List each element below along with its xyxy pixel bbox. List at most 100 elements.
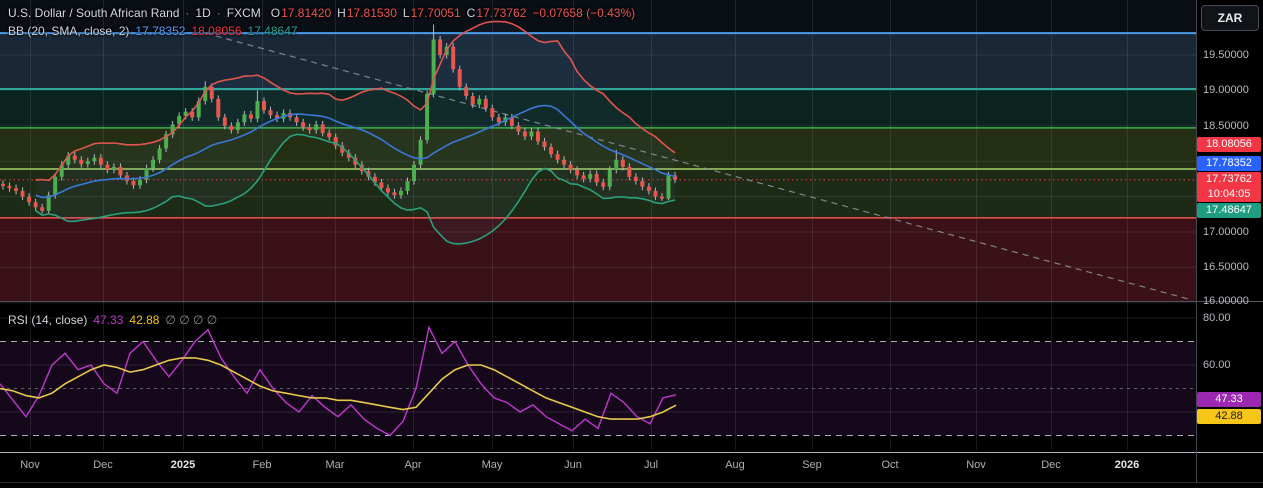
candle-body (40, 207, 45, 211)
price-zone (0, 217, 1196, 301)
bb-legend: BB (20, SMA, close, 2) 17.78352 18.08056… (8, 24, 298, 38)
candle-body (477, 98, 482, 105)
candle-body (118, 166, 123, 176)
candle-body (33, 202, 38, 208)
candle-body (464, 86, 469, 97)
price-badge: 17.78352 (1197, 156, 1261, 171)
price-tick: 19.00000 (1203, 84, 1249, 96)
candle-body (529, 131, 534, 137)
candle-body (79, 159, 84, 165)
candle-body (1, 183, 5, 186)
time-tick-year: 2025 (170, 459, 196, 471)
candle-body (314, 124, 319, 131)
bb-title[interactable]: BB (20, SMA, close, 2) (8, 24, 129, 38)
candle-body (327, 132, 332, 138)
candle-body (222, 117, 227, 126)
price-badge: 17.73762 10:04:05 (1197, 172, 1261, 202)
candle-body (594, 173, 599, 183)
candle-body (138, 179, 143, 186)
candle-body (562, 159, 567, 165)
chart-canvas[interactable] (0, 0, 1263, 488)
price-zone (0, 33, 1196, 89)
candle-body (490, 108, 495, 118)
price-tick: 17.00000 (1203, 226, 1249, 238)
symbol-title[interactable]: U.S. Dollar / South African Rand (8, 6, 179, 20)
candle-body (646, 186, 651, 191)
time-tick-month: Nov (966, 459, 986, 471)
candle-body (496, 117, 501, 123)
candle-body (53, 176, 58, 196)
rsi-badge: 47.33 (1197, 392, 1261, 407)
candle-body (248, 114, 253, 119)
candle-body (549, 147, 554, 155)
candle-body (385, 188, 390, 193)
candle-body (151, 159, 156, 169)
rsi-title[interactable]: RSI (14, close) (8, 313, 87, 327)
candle-body (601, 182, 606, 187)
time-tick-month: Dec (93, 459, 113, 471)
candle-body (320, 124, 325, 133)
candle-body (98, 157, 103, 165)
bb-basis-value: 17.78352 (135, 24, 186, 38)
time-tick-month: Dec (1041, 459, 1061, 471)
candle-body (268, 110, 273, 116)
candle-body (607, 169, 612, 187)
price-tick: 16.50000 (1203, 261, 1249, 273)
candle-body (85, 161, 90, 165)
candle-body (568, 164, 573, 170)
candle-body (301, 122, 306, 128)
candle-body (229, 125, 234, 131)
candle-body (307, 127, 312, 131)
legend-separator: · (185, 6, 190, 20)
candle-body (27, 196, 32, 203)
candle-body (457, 69, 462, 87)
ohlc-open: O17.81420 (270, 6, 332, 20)
candle-body (438, 39, 443, 56)
trading-chart-app: U.S. Dollar / South African Rand · 1D · … (0, 0, 1263, 488)
bb-lower-value: 17.48647 (247, 24, 298, 38)
candle-body (7, 185, 12, 189)
time-tick-month: Nov (20, 459, 40, 471)
time-tick-month: Mar (325, 459, 345, 471)
candle-body (633, 176, 638, 182)
candle-body (412, 164, 417, 182)
ohlc-close: C17.73762 (466, 6, 527, 20)
candle-body (294, 117, 299, 123)
candle-body (20, 190, 25, 197)
candle-body (209, 86, 214, 99)
candle-body (235, 122, 240, 131)
time-tick-month: Jun (564, 459, 582, 471)
candle-body (620, 159, 625, 167)
ohlc-high: H17.81530 (337, 6, 397, 20)
candle-body (14, 188, 19, 191)
rsi-empty-slots: ∅ ∅ ∅ ∅ (165, 313, 218, 327)
time-tick-month: Apr (404, 459, 422, 471)
exchange-label[interactable]: FXCM (227, 6, 261, 20)
candle-body (392, 192, 397, 196)
candle-body (581, 175, 586, 179)
currency-toggle-button[interactable]: ZAR (1201, 5, 1259, 31)
candle-body (522, 131, 527, 137)
candle-body (542, 141, 547, 148)
candle-body (131, 181, 136, 186)
rsi-tick: 80.00 (1203, 312, 1231, 324)
candle-body (261, 101, 266, 111)
candle-body (614, 159, 619, 170)
candle-body (470, 96, 475, 105)
rsi-tick: 60.00 (1203, 359, 1231, 371)
time-tick-month: Sep (802, 459, 822, 471)
price-badge: 17.48647 (1197, 203, 1261, 218)
candle-body (659, 196, 664, 199)
candle-body (653, 190, 658, 197)
price-tick: 18.50000 (1203, 120, 1249, 132)
candle-body (483, 98, 488, 109)
candle-body (516, 125, 521, 132)
rsi-value: 47.33 (93, 313, 124, 327)
interval-label[interactable]: 1D (195, 6, 210, 20)
bb-upper-value: 18.08056 (191, 24, 242, 38)
price-tick: 19.50000 (1203, 49, 1249, 61)
candle-body (72, 155, 77, 160)
candle-body (157, 148, 162, 160)
candle-body (627, 166, 632, 177)
candle-body (640, 181, 645, 187)
